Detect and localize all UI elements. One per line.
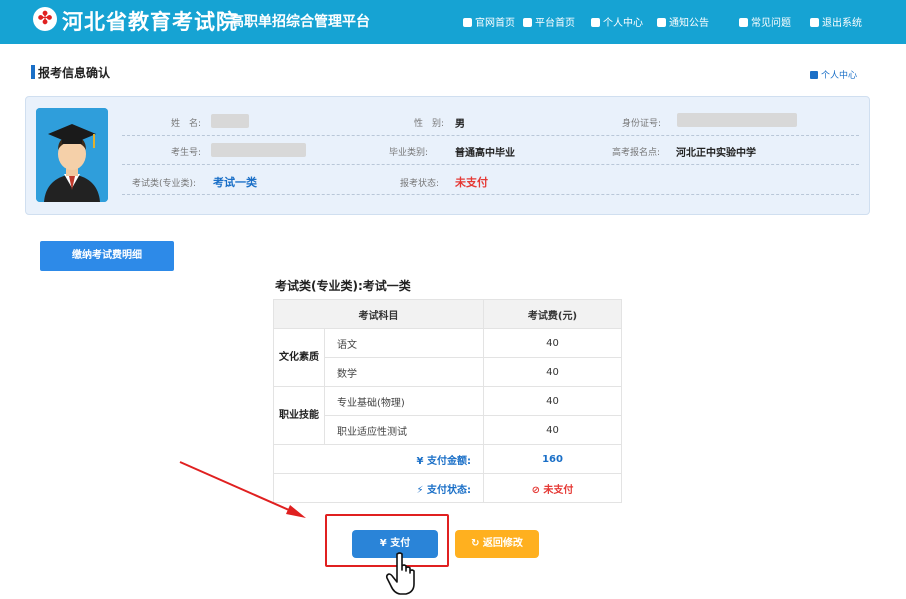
hand-pointer-icon — [385, 552, 415, 595]
annotation-arrow-icon — [179, 461, 306, 518]
